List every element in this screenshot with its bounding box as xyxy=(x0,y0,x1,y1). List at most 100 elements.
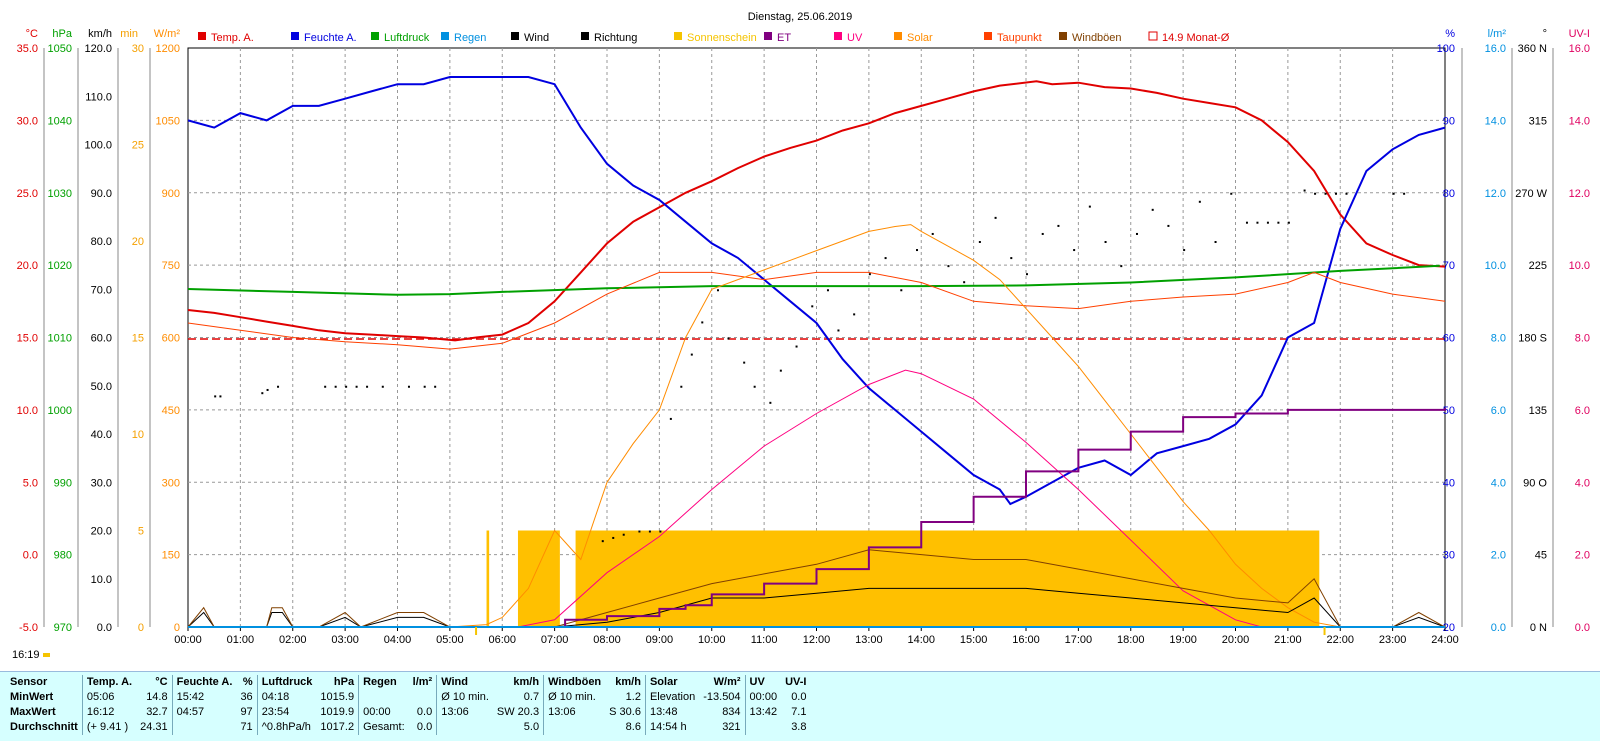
direction-point xyxy=(994,216,997,219)
direction-point xyxy=(1151,208,1154,211)
summary-cell: MaxWert xyxy=(10,706,56,718)
right-axis-tick-label: 360 N xyxy=(1518,43,1547,55)
summary-cell: 24.31 xyxy=(140,721,168,733)
x-axis-tick-label: 16:00 xyxy=(1012,634,1040,646)
legend-swatch xyxy=(894,32,902,40)
legend-label: UV xyxy=(847,32,863,44)
direction-point xyxy=(638,530,641,533)
summary-cell: 1019.9 xyxy=(320,706,355,718)
summary-header-cell: Windböen xyxy=(543,675,606,690)
summary-header-cell: Wind xyxy=(436,675,493,690)
legend-label: Taupunkt xyxy=(997,32,1042,44)
right-axis-tick-label: 6.0 xyxy=(1575,405,1590,417)
legend-swatch xyxy=(984,32,992,40)
legend-label: Solar xyxy=(907,32,933,44)
summary-cell: -13.504 xyxy=(703,691,741,703)
x-axis-tick-label: 18:00 xyxy=(1117,634,1145,646)
summary-header-cell: Sensor xyxy=(10,676,48,688)
summary-row: Durchschnitt (+ 9.41 ) 24.31 71 ^0.8hPa/h 101… xyxy=(6,720,810,735)
summary-cell: SW 20.3 xyxy=(496,706,540,718)
left-axis-unit: °C xyxy=(26,28,38,40)
direction-point xyxy=(1245,221,1248,224)
right-axis-tick-label: 80 xyxy=(1443,188,1455,200)
direction-point xyxy=(690,353,693,356)
x-axis-tick-label: 12:00 xyxy=(803,634,831,646)
direction-point xyxy=(900,289,903,292)
right-axis-tick-label: 30 xyxy=(1443,550,1455,562)
right-axis-tick-label: 100 xyxy=(1437,43,1455,55)
left-axis-tick-label: 0.0 xyxy=(97,622,112,634)
left-axis-tick-label: 30.0 xyxy=(91,477,112,489)
summary-table: Sensor Temp. A. °C Feuchte A.% Luftdruck hPa R… xyxy=(6,675,810,735)
legend-label: Luftdruck xyxy=(384,32,430,44)
left-axis-tick-label: 0 xyxy=(138,622,144,634)
direction-point xyxy=(795,345,798,348)
sunshine-bar xyxy=(575,530,1320,627)
left-axis-tick-label: 20 xyxy=(132,236,144,248)
right-axis-tick-label: 270 W xyxy=(1515,188,1547,200)
direction-point xyxy=(1088,205,1091,208)
summary-cell: 13:42 xyxy=(744,705,782,720)
summary-cell: 0.0 xyxy=(416,721,433,733)
summary-cell: Durchschnitt xyxy=(10,721,78,733)
summary-cell: 04:57 xyxy=(171,705,237,720)
direction-point xyxy=(884,257,887,260)
legend-swatch xyxy=(198,32,206,40)
summary-header-cell: UV xyxy=(744,675,782,690)
sunshine-bar xyxy=(517,530,560,627)
direction-point xyxy=(680,385,683,388)
sunshine-bar xyxy=(486,530,490,627)
direction-point xyxy=(963,281,966,284)
right-axis-tick-label: 45 xyxy=(1535,550,1547,562)
left-axis-tick-label: 30 xyxy=(132,43,144,55)
x-axis-tick-label: 10:00 xyxy=(698,634,726,646)
direction-point xyxy=(837,329,840,332)
x-axis-tick-label: 06:00 xyxy=(488,634,516,646)
direction-point xyxy=(1403,192,1406,195)
summary-cell: 32.7 xyxy=(146,706,168,718)
legend-swatch xyxy=(834,32,842,40)
summary-cell: Elevation xyxy=(644,690,700,705)
direction-point xyxy=(423,385,426,388)
summary-cell: 15:42 xyxy=(171,690,237,705)
legend-swatch xyxy=(371,32,379,40)
left-axis-tick-label: 5.0 xyxy=(23,477,38,489)
right-axis-tick-label: 2.0 xyxy=(1491,550,1506,562)
legend-label: Sonnenschein xyxy=(687,32,757,44)
x-axis-tick-label: 14:00 xyxy=(907,634,935,646)
direction-point xyxy=(1041,232,1044,235)
right-axis-unit: ° xyxy=(1543,28,1547,40)
x-axis-tick-label: 04:00 xyxy=(384,634,412,646)
summary-cell: 97 xyxy=(240,706,253,718)
timestamp-label: 16:19 xyxy=(12,649,50,661)
summary-cell: 71 xyxy=(240,721,253,733)
x-axis-tick-label: 01:00 xyxy=(227,634,255,646)
right-axis-tick-label: 10.0 xyxy=(1569,260,1590,272)
direction-point xyxy=(1073,249,1076,252)
x-axis-tick-label: 20:00 xyxy=(1222,634,1250,646)
left-axis-tick-label: 25.0 xyxy=(17,188,38,200)
direction-point xyxy=(743,361,746,364)
legend-swatch xyxy=(511,32,519,40)
direction-point xyxy=(1135,232,1138,235)
direction-point xyxy=(334,385,337,388)
direction-point xyxy=(277,385,280,388)
direction-point xyxy=(716,289,719,292)
direction-point xyxy=(669,417,672,420)
left-axis-tick-label: 970 xyxy=(54,622,72,634)
direction-point xyxy=(1057,224,1060,227)
direction-point xyxy=(947,265,950,268)
left-axis-unit: W/m² xyxy=(154,28,181,40)
summary-cell: 00:00 xyxy=(358,705,409,720)
direction-point xyxy=(978,241,981,243)
legend-swatch xyxy=(674,32,682,40)
x-axis-tick-label: 23:00 xyxy=(1379,634,1407,646)
left-axis-tick-label: 10 xyxy=(132,429,144,441)
left-axis-tick-label: 80.0 xyxy=(91,236,112,248)
direction-point xyxy=(853,313,856,316)
right-axis-tick-label: 8.0 xyxy=(1491,333,1506,345)
right-axis-tick-label: 4.0 xyxy=(1575,477,1590,489)
summary-cell: 13:06 xyxy=(436,705,493,720)
direction-point xyxy=(1120,265,1123,268)
summary-header-cell: UV-I xyxy=(785,676,807,688)
